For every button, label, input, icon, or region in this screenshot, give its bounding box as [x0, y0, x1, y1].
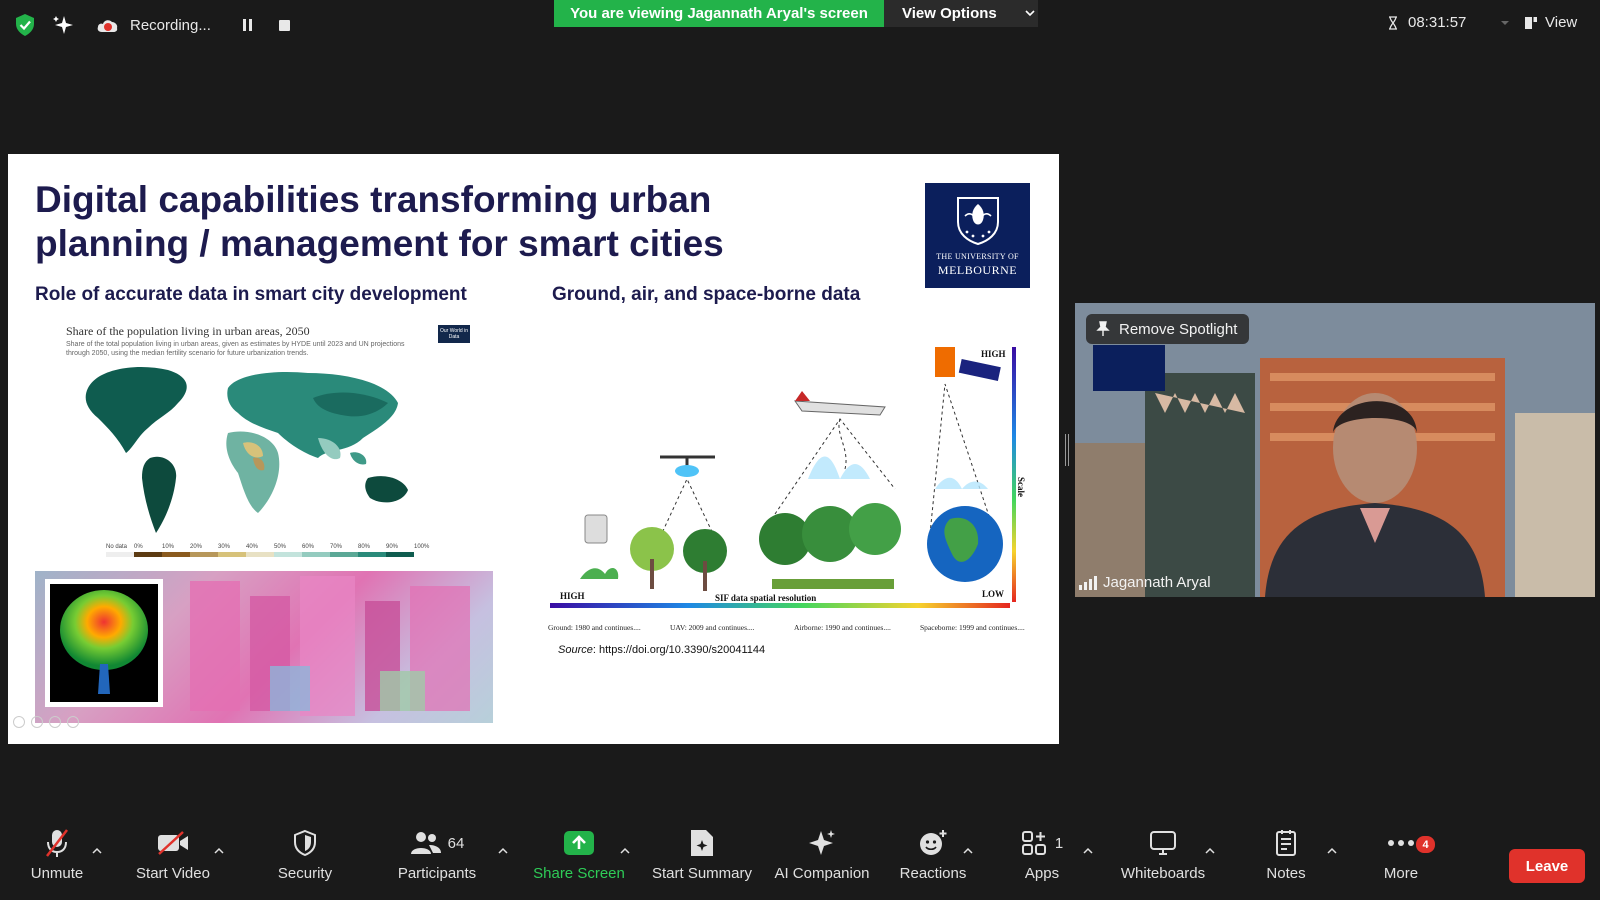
cloud-recording-icon — [97, 20, 118, 32]
video-camera-off-icon — [158, 831, 188, 855]
slide-tool-pen[interactable] — [49, 716, 61, 728]
reactions-caret-icon[interactable] — [963, 846, 973, 856]
map-title: Share of the population living in urban … — [66, 324, 310, 338]
slide-title-line-1: Digital capabilities transforming urban — [35, 179, 712, 220]
shared-screen-slide[interactable]: Digital capabilities transforming urban … — [8, 154, 1059, 744]
apps-icon — [1021, 831, 1046, 855]
apps-count: 1 — [1054, 834, 1064, 852]
sif-multiscale-diagram: HIGH HIGH LOW Scale SIF data spatial res… — [550, 347, 1026, 608]
sif-resolution-label: SIF data spatial resolution — [715, 593, 816, 603]
lidar-city-visualization — [35, 571, 493, 723]
security-button[interactable]: Security — [245, 826, 365, 882]
participant-name-tag: Jagannath Aryal — [1079, 574, 1211, 591]
ai-sparkle-icon[interactable] — [52, 14, 74, 36]
video-caret-icon[interactable] — [214, 846, 224, 856]
view-button[interactable]: View — [1524, 14, 1577, 31]
participant-name: Jagannath Aryal — [1103, 574, 1211, 591]
lidar-tree-inset — [45, 579, 163, 707]
participant-video-feed — [1075, 303, 1595, 597]
source-label: Source — [558, 644, 593, 656]
participants-caret-icon[interactable] — [498, 846, 508, 856]
reactions-smiley-icon — [920, 830, 947, 855]
meeting-toolbar: Unmute Start Video Security 64 Participa… — [0, 826, 1600, 900]
caret-down-icon[interactable] — [1500, 20, 1510, 26]
signal-strength-icon — [1079, 575, 1097, 590]
split-view-handle[interactable] — [1065, 434, 1069, 466]
slide-tool-zoom[interactable] — [67, 716, 79, 728]
viewing-banner: You are viewing Jagannath Aryal's screen — [554, 0, 884, 27]
platform-spaceborne: Spaceborne: 1999 and continues.... — [920, 623, 1025, 632]
view-options-button[interactable]: View Options — [884, 0, 1038, 27]
start-summary-button[interactable]: Start Summary — [642, 826, 762, 882]
university-logo: THE UNIVERSITY OF MELBOURNE — [925, 183, 1030, 288]
slide-title: Digital capabilities transforming urban … — [35, 178, 895, 266]
slide-tools — [13, 716, 79, 728]
whiteboards-caret-icon[interactable] — [1205, 846, 1215, 856]
slide-title-line-2: planning / management for smart cities — [35, 223, 724, 264]
view-options-label: View Options — [902, 5, 997, 22]
unmute-caret-icon[interactable] — [92, 846, 102, 856]
map-legend: No data 0% 10% 20% 30% 40% 50% 60% 70% 8… — [106, 544, 442, 557]
share-screen-icon — [564, 831, 594, 855]
slide-tool-back[interactable] — [13, 716, 25, 728]
world-urbanization-map — [85, 367, 408, 533]
stop-recording-icon[interactable] — [278, 19, 290, 31]
source-text: : https://doi.org/10.3390/s20041144 — [592, 644, 766, 656]
notes-caret-icon[interactable] — [1327, 846, 1337, 856]
sif-high-left: HIGH — [560, 591, 585, 601]
logo-text-line-1: THE UNIVERSITY OF — [936, 252, 1019, 261]
view-label: View — [1545, 14, 1578, 31]
subtitle-left: Role of accurate data in smart city deve… — [35, 284, 467, 305]
participant-video-tile[interactable] — [1075, 303, 1595, 597]
sif-scale: Scale — [1016, 477, 1026, 497]
more-dots-icon — [1388, 840, 1414, 846]
map-legend-labels: No data 0% 10% 20% 30% 40% 50% 60% 70% 8… — [106, 544, 430, 550]
map-legend-bar — [106, 552, 442, 557]
recording-label: Recording... — [130, 16, 211, 34]
share-caret-icon[interactable] — [620, 846, 630, 856]
participants-button[interactable]: 64 Participants — [377, 826, 497, 882]
logo-text-line-2: MELBOURNE — [937, 263, 1018, 277]
summary-document-icon — [691, 830, 713, 856]
apps-caret-icon[interactable] — [1083, 846, 1093, 856]
hourglass-icon — [1389, 15, 1397, 30]
participants-count: 64 — [447, 834, 465, 852]
remove-spotlight-label: Remove Spotlight — [1119, 320, 1238, 338]
chevron-down-icon — [1025, 10, 1035, 17]
security-shield-icon — [294, 829, 316, 857]
pin-icon — [1096, 321, 1110, 336]
lidar-tree-image — [60, 590, 148, 694]
microphone-muted-icon — [46, 829, 68, 857]
platform-uav: UAV: 2009 and continues.... — [670, 623, 755, 632]
sif-low: LOW — [982, 589, 1004, 599]
more-button[interactable]: More — [1341, 826, 1461, 882]
ai-companion-sparkle-icon — [809, 830, 835, 855]
leave-button[interactable]: Leave — [1509, 849, 1585, 883]
timer-value: 08:31:57 — [1408, 14, 1467, 31]
subtitle-right: Ground, air, and space-borne data — [552, 284, 861, 305]
meeting-timer[interactable]: 08:31:57 — [1388, 14, 1510, 31]
reactions-button[interactable]: Reactions — [873, 826, 993, 882]
source-citation: Source: https://doi.org/10.3390/s2004114… — [558, 644, 765, 656]
owid-badge: Our World in Data — [438, 325, 470, 343]
sif-high-top: HIGH — [981, 349, 1006, 359]
platform-airborne: Airborne: 1990 and continues.... — [794, 623, 891, 632]
shield-check-icon[interactable] — [14, 13, 36, 37]
top-bar: Recording... You are viewing Jagannath A… — [0, 0, 1600, 50]
ai-companion-button[interactable]: AI Companion — [762, 826, 882, 882]
university-crest-icon — [956, 197, 999, 246]
remove-spotlight-button[interactable]: Remove Spotlight — [1086, 314, 1250, 344]
recording-status[interactable]: Recording... — [96, 12, 290, 38]
map-description: Share of the total population living in … — [66, 341, 405, 357]
slide-tool-forward[interactable] — [31, 716, 43, 728]
more-notification-badge: 4 — [1416, 836, 1435, 853]
notes-icon — [1276, 830, 1296, 856]
participants-icon — [410, 832, 441, 854]
layout-icon — [1525, 16, 1537, 29]
lidar-buildings — [190, 576, 470, 716]
platform-ground: Ground: 1980 and continues.... — [548, 623, 641, 632]
pause-recording-icon[interactable] — [242, 19, 255, 31]
whiteboard-icon — [1150, 831, 1176, 855]
